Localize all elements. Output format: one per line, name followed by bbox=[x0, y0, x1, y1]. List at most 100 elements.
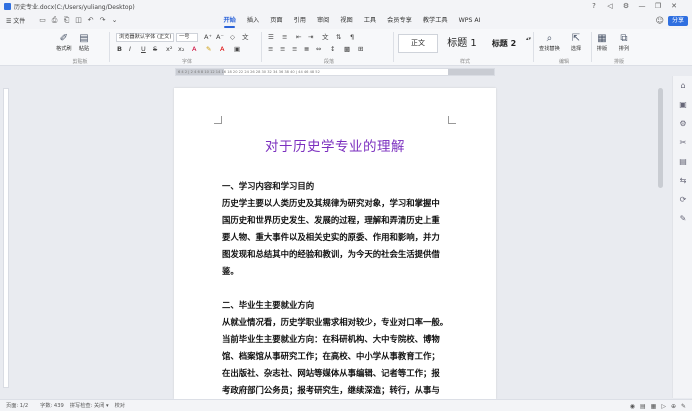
maximize-button[interactable]: ❐ bbox=[650, 2, 666, 10]
chinese-layout-icon[interactable]: 文 bbox=[322, 33, 329, 42]
italic-button[interactable]: I bbox=[129, 45, 131, 54]
typeset-button[interactable]: ▦ 排版 bbox=[596, 33, 608, 52]
styles-more-icon[interactable]: ▴▾ bbox=[526, 35, 531, 44]
bold-button[interactable]: B bbox=[117, 45, 122, 54]
sort-icon[interactable]: ⇅ bbox=[336, 33, 341, 42]
layout-group-label: 排版 bbox=[613, 59, 624, 65]
sidebar-edit-icon[interactable]: ✎ bbox=[673, 209, 692, 228]
sidebar-panel-icon[interactable]: ▣ bbox=[673, 95, 692, 114]
arrange-button[interactable]: ⧉ 排列 bbox=[618, 33, 630, 52]
decrease-indent-icon[interactable]: ⇤ bbox=[296, 33, 301, 42]
font-color-icon[interactable]: A bbox=[192, 45, 196, 54]
tab-page[interactable]: 页面 bbox=[265, 12, 288, 29]
more-icon[interactable]: ⌄ bbox=[110, 16, 119, 25]
highlight-icon[interactable]: ✎ bbox=[206, 45, 211, 54]
tab-home[interactable]: 开始 bbox=[218, 12, 241, 29]
style-normal[interactable]: 正文 bbox=[398, 34, 438, 53]
find-replace-button[interactable]: ⌕ 查找替换 bbox=[539, 33, 560, 52]
document-title: 对于历史学专业的理解 bbox=[265, 139, 405, 155]
shading-icon[interactable]: ▩ bbox=[344, 45, 350, 54]
settings-icon[interactable]: ⚙ bbox=[618, 2, 634, 10]
ribbon-tabs: 开始 插入 页面 引用 审阅 视图 工具 会员专享 教学工具 WPS AI bbox=[218, 12, 486, 29]
strikethrough-button[interactable]: S bbox=[153, 45, 157, 54]
sidebar-settings-icon[interactable]: ⚙ bbox=[673, 114, 692, 133]
sidebar-scissors-icon[interactable]: ✂ bbox=[673, 133, 692, 152]
layout-icon: ▦ bbox=[597, 33, 607, 44]
font-name-select[interactable]: 浏览器默认字体 (正文) bbox=[116, 33, 174, 42]
style-heading2[interactable]: 标题 2 bbox=[484, 34, 524, 53]
play-icon[interactable]: ▷ bbox=[661, 403, 666, 410]
tab-review[interactable]: 审阅 bbox=[312, 12, 335, 29]
eye-icon[interactable]: ◉ bbox=[630, 403, 635, 410]
file-menu[interactable]: ☰ 文件 bbox=[0, 16, 34, 25]
horizontal-ruler[interactable]: 6 4 2 | 2 4 6 8 10 12 14 16 18 20 22 24 … bbox=[175, 68, 495, 76]
export-icon[interactable]: ⎙ bbox=[50, 16, 59, 25]
status-bar: 页面: 1/2 字数: 439 拼写检查: 关闭 ▾ 校对 ◉ ▤ ▦ ▷ ⊕ … bbox=[0, 399, 692, 411]
tab-tools[interactable]: 工具 bbox=[358, 12, 381, 29]
preview-icon[interactable]: ◫ bbox=[74, 16, 83, 25]
redo-icon[interactable]: ↷ bbox=[98, 16, 107, 25]
sidebar-list-icon[interactable]: ▤ bbox=[673, 152, 692, 171]
vertical-scrollbar[interactable] bbox=[658, 88, 663, 188]
clipboard-icon: ▤ bbox=[79, 33, 89, 44]
proofread-button[interactable]: 校对 bbox=[115, 402, 125, 409]
page-view-icon[interactable]: ▤ bbox=[640, 403, 646, 410]
quick-access-toolbar: ▭ ⎙ ⎗ ◫ ↶ ↷ ⌄ bbox=[38, 16, 119, 25]
align-left-icon[interactable]: ≡ bbox=[268, 45, 273, 54]
select-button[interactable]: ⇱ 选择 bbox=[570, 33, 582, 52]
word-count[interactable]: 字数: 439 bbox=[40, 402, 64, 409]
number-list-icon[interactable]: ≡ bbox=[282, 33, 287, 42]
tab-teaching-tools[interactable]: 教学工具 bbox=[417, 12, 453, 29]
superscript-icon[interactable]: x² bbox=[166, 45, 172, 54]
document-body[interactable]: 一、学习内容和学习目的 历史学主要以人类历史及其规律为研究对象，学习和掌握中 国… bbox=[222, 178, 448, 399]
print-icon[interactable]: ⎗ bbox=[62, 16, 71, 25]
close-button[interactable]: ✕ bbox=[666, 2, 682, 10]
show-marks-icon[interactable]: ¶ bbox=[350, 33, 354, 42]
phonetic-icon[interactable]: 文 bbox=[242, 33, 249, 42]
tab-view[interactable]: 视图 bbox=[335, 12, 358, 29]
sidebar-refresh-icon[interactable]: ⟳ bbox=[673, 190, 692, 209]
increase-indent-icon[interactable]: ⇥ bbox=[308, 33, 313, 42]
subscript-icon[interactable]: x₂ bbox=[178, 45, 184, 54]
back-icon[interactable]: ◁ bbox=[602, 2, 618, 10]
bullet-list-icon[interactable]: ☰ bbox=[268, 33, 274, 42]
minimize-button[interactable]: — bbox=[634, 2, 650, 10]
paragraph-line: 考政府部门公务员；报考研究生，继续深造；转行，从事与 bbox=[222, 385, 440, 395]
page-indicator[interactable]: 页面: 1/2 bbox=[6, 402, 28, 409]
spell-check-toggle[interactable]: 拼写检查: 关闭 ▾ bbox=[70, 402, 109, 409]
align-right-icon[interactable]: ≡ bbox=[292, 45, 297, 54]
text-color-icon[interactable]: A bbox=[220, 45, 224, 54]
document-page[interactable]: 对于历史学专业的理解 一、学习内容和学习目的 历史学主要以人类历史及其规律为研究… bbox=[174, 88, 496, 399]
vertical-ruler[interactable] bbox=[3, 88, 9, 388]
grow-font-icon[interactable]: A⁺ bbox=[204, 33, 212, 42]
paste-button[interactable]: ▤ 粘贴 bbox=[78, 33, 90, 52]
save-icon[interactable]: ▭ bbox=[38, 16, 47, 25]
help-icon[interactable]: ? bbox=[586, 2, 602, 10]
style-heading1[interactable]: 标题 1 bbox=[440, 34, 484, 53]
tab-wps-ai[interactable]: WPS AI bbox=[453, 12, 486, 29]
font-size-select[interactable]: 一号 bbox=[176, 33, 198, 42]
tab-references[interactable]: 引用 bbox=[288, 12, 311, 29]
web-view-icon[interactable]: ▦ bbox=[651, 403, 657, 410]
underline-button[interactable]: U bbox=[141, 45, 146, 54]
char-border-icon[interactable]: ▣ bbox=[234, 45, 240, 54]
globe-icon[interactable]: ⊕ bbox=[671, 403, 676, 410]
align-center-icon[interactable]: ≡ bbox=[280, 45, 285, 54]
distribute-icon[interactable]: ⇔ bbox=[316, 45, 321, 54]
undo-icon[interactable]: ↶ bbox=[86, 16, 95, 25]
borders-icon[interactable]: ⊞ bbox=[358, 45, 363, 54]
shrink-font-icon[interactable]: A⁻ bbox=[216, 33, 224, 42]
comment-icon[interactable]: ☺ bbox=[656, 16, 664, 25]
tab-member[interactable]: 会员专享 bbox=[382, 12, 418, 29]
clear-format-icon[interactable]: ◇ bbox=[230, 33, 235, 42]
sidebar-compare-icon[interactable]: ⇆ bbox=[673, 171, 692, 190]
pen-icon[interactable]: ✎ bbox=[681, 403, 686, 410]
paragraph-line: 要人物、重大事件以及相关史实的原委、作用和影响，并力 bbox=[222, 232, 440, 242]
menu-right: ☺ 分享 bbox=[656, 12, 688, 29]
justify-icon[interactable]: ≣ bbox=[304, 45, 309, 54]
sidebar-home-icon[interactable]: ⌂ bbox=[673, 76, 692, 95]
format-painter-button[interactable]: ✐ 格式刷 bbox=[56, 33, 72, 52]
share-button[interactable]: 分享 bbox=[667, 15, 688, 26]
line-spacing-icon[interactable]: ↕ bbox=[330, 45, 335, 54]
tab-insert[interactable]: 插入 bbox=[241, 12, 264, 29]
